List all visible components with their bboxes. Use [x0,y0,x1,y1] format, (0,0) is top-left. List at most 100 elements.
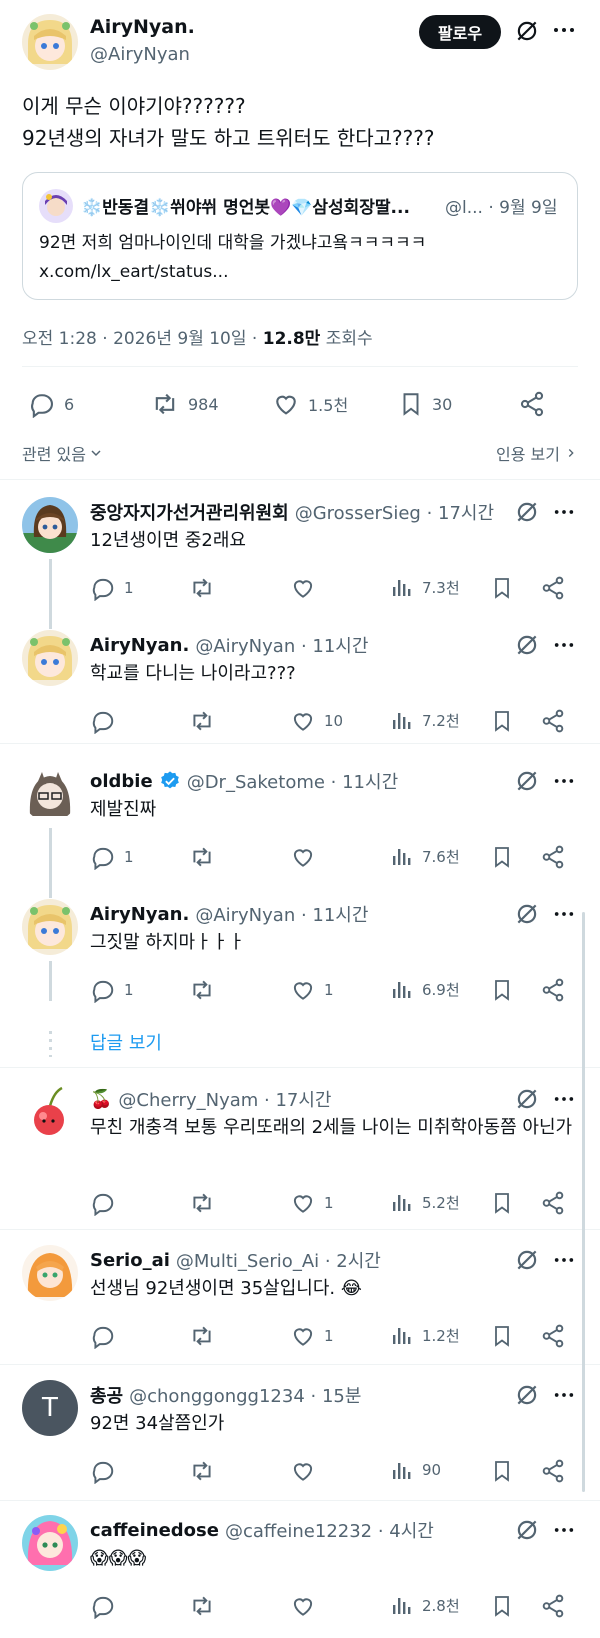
reply-handle-time[interactable]: @Multi_Serio_Ai · 2시간 [176,1247,381,1273]
main-avatar[interactable] [22,14,78,70]
more-options-icon[interactable] [553,1384,575,1406]
reply-author-name[interactable]: caffeinedose [90,1520,219,1541]
reply-stat[interactable]: 6 [28,390,74,418]
author-name[interactable]: AiryNyan. [90,16,195,38]
reply-button[interactable] [90,1323,116,1349]
views-button[interactable]: 7.2천 [390,708,460,732]
share-button[interactable] [540,1323,566,1349]
repost-button[interactable] [188,844,216,870]
views-button[interactable]: 90 [390,1458,441,1482]
bookmark-button[interactable] [490,1458,514,1484]
reply-avatar[interactable] [22,1515,78,1571]
reply-button[interactable]: 1 [90,844,134,870]
bookmark-button[interactable] [490,1593,514,1619]
repost-button[interactable] [188,1593,216,1619]
views-button[interactable]: 2.8천 [390,1593,460,1617]
share-button[interactable] [540,844,566,870]
bookmark-button[interactable] [490,977,514,1003]
bookmark-button[interactable] [490,844,514,870]
more-options-icon[interactable] [553,634,575,656]
more-options-icon[interactable] [553,501,575,523]
reply-author-name[interactable]: Serio_ai [90,1250,170,1271]
reply-author-name[interactable]: AiryNyan. [90,904,189,925]
grok-icon[interactable] [514,901,540,927]
like-button[interactable]: 1 [290,977,334,1003]
grok-icon[interactable] [514,499,540,525]
reply-handle-time[interactable]: @AiryNyan · 11시간 [195,901,368,927]
bookmark-button[interactable] [490,575,514,601]
repost-button[interactable] [188,1190,216,1216]
grok-icon[interactable] [514,18,540,44]
grok-icon[interactable] [514,1382,540,1408]
bookmark-button[interactable] [490,1323,514,1349]
reply-button[interactable]: 1 [90,977,134,1003]
repost-button[interactable] [188,575,216,601]
reply-author-name[interactable]: oldbie [90,771,153,792]
reply-handle-time[interactable]: @caffeine12232 · 4시간 [225,1517,434,1543]
reply-avatar[interactable] [22,899,78,955]
more-options-icon[interactable] [553,903,575,925]
reply-avatar[interactable] [22,630,78,686]
quoted-tweet[interactable]: ❄️반동결❄️쒸야쒸 명언봇💜💎삼성회장딸... @l... · 9월 9일 9… [22,172,578,300]
reply-handle-time[interactable]: @chonggongg1234 · 15분 [129,1382,361,1408]
reply-button[interactable] [90,1190,116,1216]
like-button[interactable]: 10 [290,708,343,734]
reply-avatar[interactable] [22,766,78,822]
bookmark-button[interactable] [490,708,514,734]
reply-handle-time[interactable]: @Cherry_Nyam · 17시간 [118,1086,331,1112]
like-button[interactable] [290,575,316,601]
share-button[interactable] [540,1593,566,1619]
scrollbar[interactable] [582,912,585,1492]
show-replies-link[interactable]: 답글 보기 [90,1029,162,1055]
views-button[interactable]: 1.2천 [390,1323,460,1347]
share-button[interactable] [540,977,566,1003]
reply-author-name[interactable]: 중앙자지가선거관리위원회 [90,499,289,525]
reply-button[interactable] [90,1593,116,1619]
like-button[interactable]: 1 [290,1323,334,1349]
reply-author-name[interactable]: AiryNyan. [90,635,189,656]
more-options-icon[interactable] [553,1249,575,1271]
views-button[interactable]: 7.3천 [390,575,460,599]
like-button[interactable] [290,844,316,870]
repost-button[interactable] [188,708,216,734]
more-options-icon[interactable] [553,770,575,792]
grok-icon[interactable] [514,768,540,794]
grok-icon[interactable] [514,1247,540,1273]
grok-icon[interactable] [514,1086,540,1112]
reply-handle-time[interactable]: @Dr_Saketome · 11시간 [187,768,398,794]
bookmark-button[interactable] [490,1190,514,1216]
more-options-icon[interactable] [553,1519,575,1541]
reply-avatar[interactable] [22,1084,78,1140]
more-options-icon[interactable] [553,1088,575,1110]
like-button[interactable] [290,1458,316,1484]
grok-icon[interactable] [514,632,540,658]
reply-handle-time[interactable]: @GrosserSieg · 17시간 [295,499,494,525]
tweet-timestamp[interactable]: 오전 1:28 · 2026년 9월 10일 · [22,329,263,349]
like-stat[interactable]: 1.5천 [272,390,348,418]
share-stat[interactable] [518,390,546,418]
like-button[interactable]: 1 [290,1190,334,1216]
share-button[interactable] [540,1458,566,1484]
follow-button[interactable]: 팔로우 [419,15,501,49]
like-button[interactable] [290,1593,316,1619]
author-handle[interactable]: @AiryNyan [90,44,190,65]
reply-avatar[interactable] [22,1245,78,1301]
share-button[interactable] [540,575,566,601]
reply-avatar[interactable] [22,497,78,553]
reply-button[interactable] [90,708,116,734]
view-quotes-link[interactable]: 인용 보기 [496,441,578,465]
more-options-icon[interactable] [552,18,576,42]
quoted-link[interactable]: x.com/lx_eart/status... [39,258,426,287]
bookmark-stat[interactable]: 30 [398,390,452,418]
reply-avatar[interactable]: T [22,1380,78,1436]
grok-icon[interactable] [514,1517,540,1543]
share-button[interactable] [540,708,566,734]
related-dropdown[interactable]: 관련 있음 [22,441,104,465]
views-button[interactable]: 5.2천 [390,1190,460,1214]
reply-handle-time[interactable]: @AiryNyan · 11시간 [195,632,368,658]
reply-button[interactable] [90,1458,116,1484]
views-button[interactable]: 6.9천 [390,977,460,1001]
reply-button[interactable]: 1 [90,575,134,601]
repost-button[interactable] [188,1458,216,1484]
reply-author-name[interactable]: 총공 [90,1382,123,1408]
